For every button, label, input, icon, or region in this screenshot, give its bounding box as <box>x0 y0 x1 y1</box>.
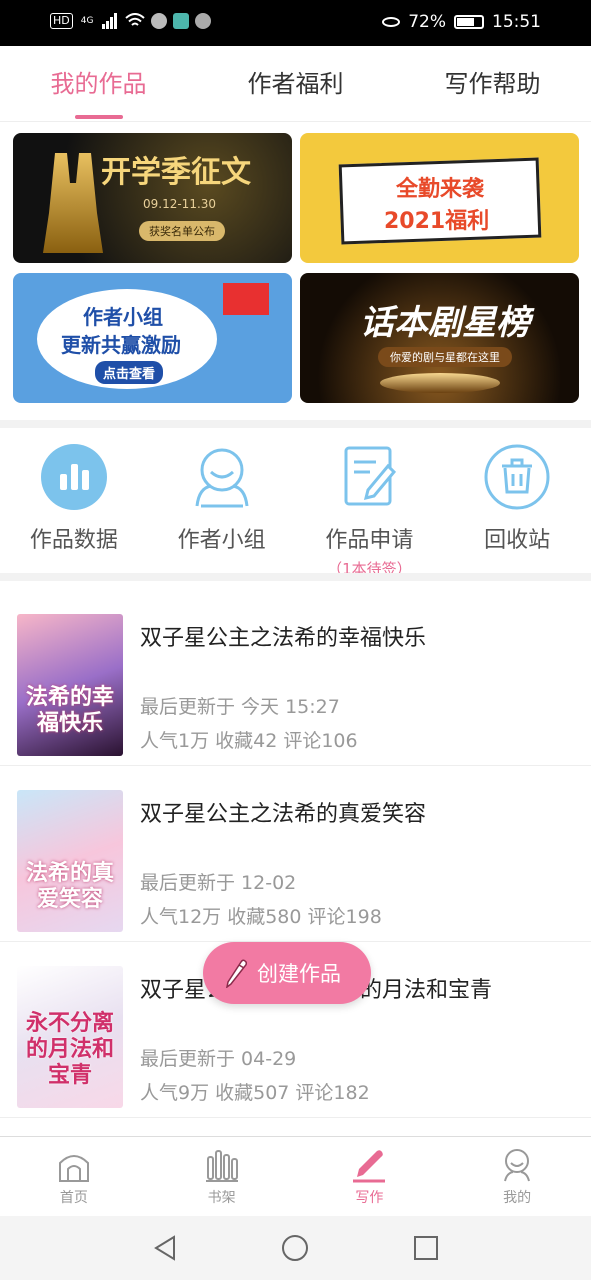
status-left: HD 4G <box>50 13 212 29</box>
stage-image <box>380 373 500 393</box>
banner-star-chart[interactable]: 话本剧星榜 你爱的剧与星都在这里 <box>300 273 579 403</box>
profile-icon <box>499 1147 535 1183</box>
shield-app-icon <box>173 13 190 29</box>
entry-work-application[interactable]: 作品申请 （1本待签） <box>296 430 444 578</box>
work-title: 双子星公主之法希的幸福快乐 <box>140 626 427 651</box>
nav-bookshelf[interactable]: 书架 <box>148 1137 296 1216</box>
battery-fill <box>457 18 475 26</box>
work-updated: 最后更新于 12-02 <box>140 872 297 894</box>
banner-grid: 开学季征文 09.12-11.30 获奖名单公布 全勤来袭 2021福利 作者小… <box>13 133 579 405</box>
edit-form-icon <box>336 444 402 510</box>
entry-work-data-label: 作品数据 <box>29 528 118 553</box>
entry-work-data[interactable]: 作品数据 <box>0 430 148 575</box>
nav-bookshelf-label: 书架 <box>207 1190 236 1206</box>
group-icon <box>189 444 255 510</box>
banner-attendance-line2: 2021福利 <box>384 209 490 234</box>
tab-author-benefits[interactable]: 作者福利 <box>197 46 394 121</box>
work-title: 双子星公主之法希的真爱笑容 <box>140 802 427 827</box>
banner-attendance[interactable]: 全勤来袭 2021福利 <box>300 133 579 263</box>
work-stats: 人气1万 收藏42 评论106 <box>140 730 358 752</box>
cover-title: 法希的幸福快乐 <box>25 684 114 736</box>
work-stats: 人气9万 收藏507 评论182 <box>140 1082 370 1104</box>
entry-author-group[interactable]: 作者小组 <box>148 430 296 575</box>
bottom-nav: 首页 书架 写作 我的 <box>0 1136 591 1216</box>
banner-contest-pill: 获奖名单公布 <box>139 221 225 241</box>
hd-badge: HD <box>50 13 73 29</box>
list-item[interactable]: 法希的幸福快乐 双子星公主之法希的幸福快乐 最后更新于 今天 15:27 人气1… <box>0 590 591 766</box>
nav-write-label: 写作 <box>355 1190 384 1206</box>
battery-percent: 72% <box>408 12 446 32</box>
create-work-button[interactable]: 创建作品 <box>203 942 371 1004</box>
status-right: 72% 15:51 <box>382 12 541 32</box>
entry-work-application-label: 作品申请 <box>325 528 414 553</box>
banner-star-subtitle: 你爱的剧与星都在这里 <box>378 347 512 367</box>
banner-group-pill: 点击查看 <box>95 361 164 384</box>
banner-star-title: 话本剧星榜 <box>360 303 530 343</box>
banner-contest-title: 开学季征文 <box>101 155 251 190</box>
banner-attendance-line1: 全勤来袭 <box>396 177 485 202</box>
work-stats: 人气12万 收藏580 评论198 <box>140 906 382 928</box>
nav-write[interactable]: 写作 <box>296 1137 444 1216</box>
work-updated: 最后更新于 04-29 <box>140 1048 297 1070</box>
cover-title: 永不分离的月法和宝青 <box>25 1010 114 1088</box>
network-badge: 4G <box>80 16 94 26</box>
home-icon <box>56 1147 92 1183</box>
cover-title: 法希的真爱笑容 <box>25 860 114 912</box>
list-item[interactable]: 法希的真爱笑容 双子星公主之法希的真爱笑容 最后更新于 12-02 人气12万 … <box>0 766 591 942</box>
trash-icon <box>484 444 550 510</box>
eye-icon <box>382 17 401 27</box>
top-tabs: 我的作品 作者福利 写作帮助 <box>0 46 591 122</box>
bookshelf-icon <box>204 1147 240 1183</box>
tab-writing-help[interactable]: 写作帮助 <box>394 46 591 121</box>
recents-icon[interactable] <box>411 1233 441 1263</box>
section-divider <box>0 420 591 428</box>
book-cover: 法希的幸福快乐 <box>17 614 123 756</box>
nav-home[interactable]: 首页 <box>0 1137 148 1216</box>
home-button-icon[interactable] <box>280 1233 310 1263</box>
battery-icon <box>454 15 484 29</box>
book-cover: 永不分离的月法和宝青 <box>17 966 123 1108</box>
entry-recycle-bin[interactable]: 回收站 <box>443 430 591 575</box>
entry-author-group-label: 作者小组 <box>177 528 266 553</box>
pen-icon <box>351 1147 387 1183</box>
nav-profile[interactable]: 我的 <box>443 1137 591 1216</box>
tab-my-works[interactable]: 我的作品 <box>0 46 197 121</box>
nav-home-label: 首页 <box>59 1190 88 1206</box>
clock: 15:51 <box>492 12 541 32</box>
pencil-icon <box>225 958 248 989</box>
back-icon[interactable] <box>150 1233 180 1263</box>
status-bar: HD 4G 72% 15:51 <box>0 0 591 46</box>
system-nav-bar <box>0 1216 591 1280</box>
work-updated: 最后更新于 今天 15:27 <box>140 696 340 718</box>
banner-group-line2: 更新共赢激励 <box>61 333 181 357</box>
bar-chart-icon <box>40 444 107 510</box>
section-divider <box>0 573 591 581</box>
create-work-label: 创建作品 <box>257 962 341 986</box>
banner-author-group[interactable]: 作者小组 更新共赢激励 点击查看 <box>13 273 292 403</box>
signal-icon <box>102 13 118 29</box>
browser-icon <box>151 13 168 29</box>
works-list: 法希的幸福快乐 双子星公主之法希的幸福快乐 最后更新于 今天 15:27 人气1… <box>0 590 591 1118</box>
red-flag-image <box>223 283 269 315</box>
trophy-statues-image <box>43 153 103 253</box>
banner-contest-date: 09.12-11.30 <box>143 197 217 211</box>
banner-group-line1: 作者小组 <box>83 305 163 329</box>
wifi-icon <box>125 13 146 26</box>
quick-entries: 作品数据 作者小组 作品申请 （1本待签） 回收站 <box>0 430 591 578</box>
book-cover: 法希的真爱笑容 <box>17 790 123 932</box>
entry-recycle-bin-label: 回收站 <box>484 528 551 553</box>
nav-profile-label: 我的 <box>503 1190 532 1206</box>
wechat-icon <box>195 13 212 29</box>
banner-contest[interactable]: 开学季征文 09.12-11.30 获奖名单公布 <box>13 133 292 263</box>
